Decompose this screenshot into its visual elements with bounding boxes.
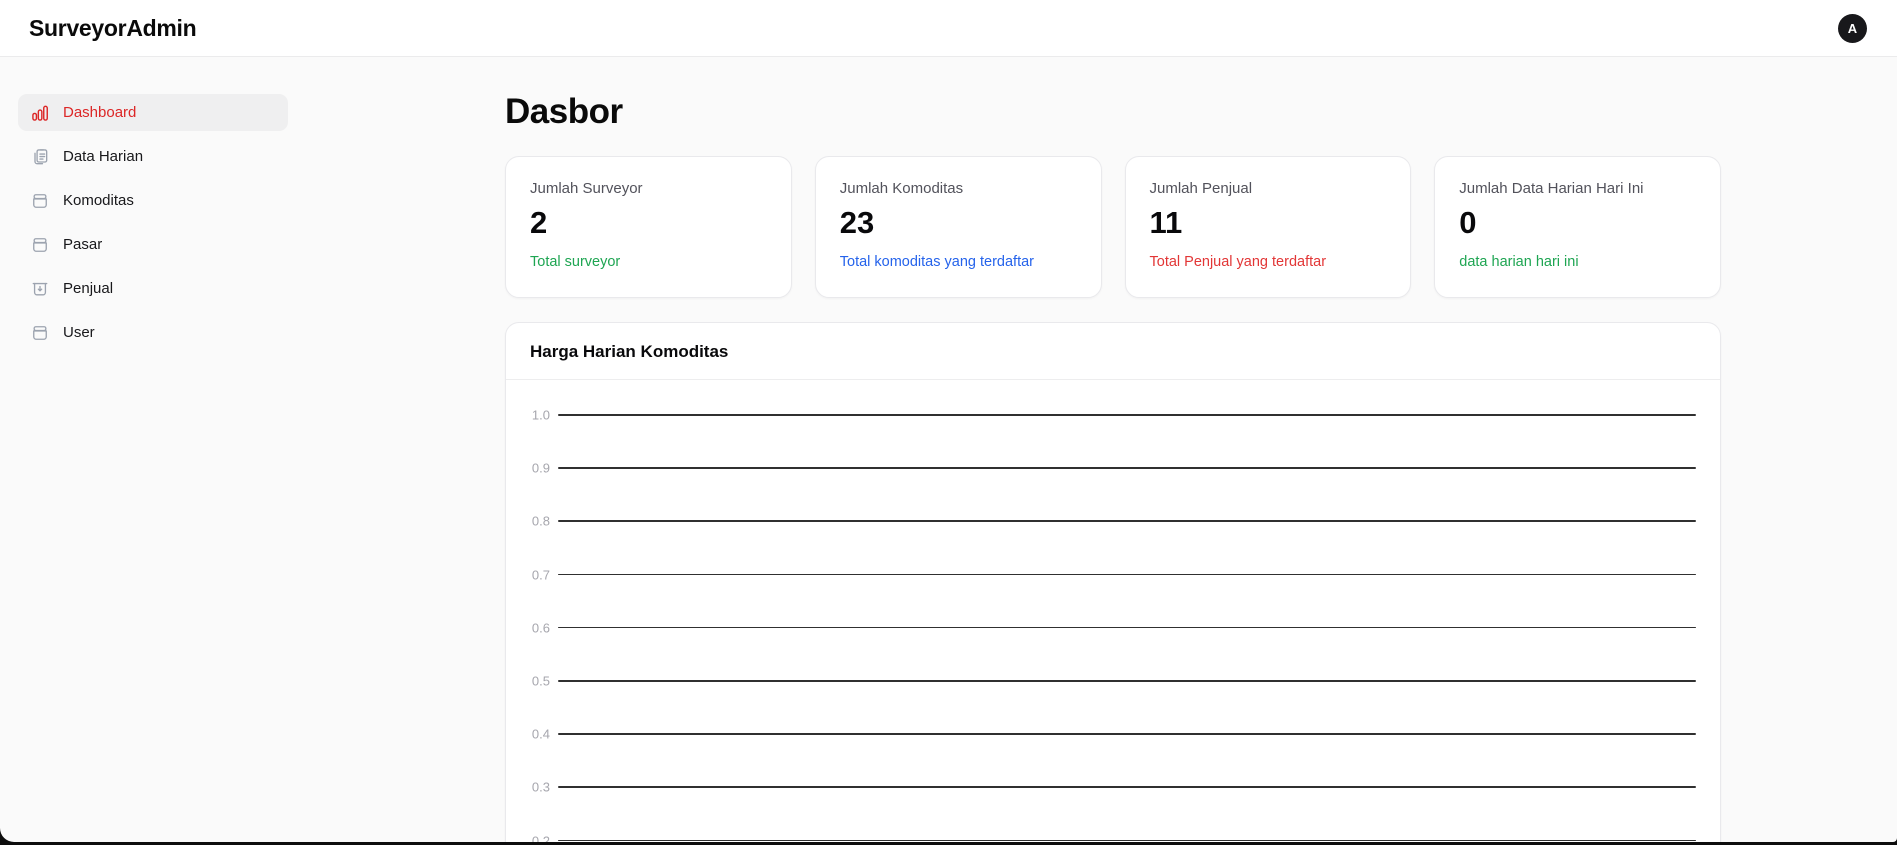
chart-card: Harga Harian Komoditas 1.0 0.9 0.8 0.7 0.6 0.…	[505, 322, 1721, 842]
sidebar-item-data-harian[interactable]: Data Harian	[18, 138, 288, 175]
app-window: SurveyorAdmin A Dashboard	[0, 0, 1897, 842]
gridline	[558, 840, 1696, 842]
sidebar-item-user[interactable]: User	[18, 314, 288, 351]
sidebar-item-label: User	[63, 324, 95, 341]
chart-title: Harga Harian Komoditas	[530, 342, 1696, 362]
stat-label: Jumlah Data Harian Hari Ini	[1459, 180, 1696, 197]
stat-subtext: data harian hari ini	[1459, 254, 1696, 270]
gridline	[558, 520, 1696, 522]
stat-card-jumlah-data-harian: Jumlah Data Harian Hari Ini 0 data haria…	[1434, 156, 1721, 298]
sidebar-item-penjual[interactable]: Penjual	[18, 270, 288, 307]
brand-title: SurveyorAdmin	[29, 15, 196, 42]
y-axis-tick-label: 0.3	[506, 780, 550, 795]
stat-subtext: Total Penjual yang terdaftar	[1150, 254, 1387, 270]
stat-subtext: Total komoditas yang terdaftar	[840, 254, 1077, 270]
chart-plot: 1.0 0.9 0.8 0.7 0.6 0.5 0.4 0.3 0.2	[506, 380, 1720, 842]
y-axis-tick-label: 0.9	[506, 461, 550, 476]
stat-label: Jumlah Komoditas	[840, 180, 1077, 197]
y-axis-tick-label: 0.8	[506, 514, 550, 529]
stat-label: Jumlah Surveyor	[530, 180, 767, 197]
y-axis-tick-label: 0.5	[506, 674, 550, 689]
stat-value: 23	[840, 205, 1077, 241]
stat-card-grid: Jumlah Surveyor 2 Total surveyor Jumlah …	[505, 156, 1721, 298]
main-content: Dasbor Jumlah Surveyor 2 Total surveyor …	[315, 57, 1897, 842]
gridline	[558, 680, 1696, 682]
archive-box-arrow-down-icon	[30, 279, 50, 299]
y-axis-tick-label: 0.7	[506, 567, 550, 582]
stat-value: 2	[530, 205, 767, 241]
page-title: Dasbor	[505, 92, 1721, 132]
stat-card-jumlah-komoditas: Jumlah Komoditas 23 Total komoditas yang…	[815, 156, 1102, 298]
sidebar-item-pasar[interactable]: Pasar	[18, 226, 288, 263]
stat-value: 11	[1150, 205, 1387, 241]
gridline	[558, 786, 1696, 788]
y-axis-tick-label: 0.6	[506, 620, 550, 635]
sidebar-item-label: Data Harian	[63, 148, 143, 165]
sidebar-item-dashboard[interactable]: Dashboard	[18, 94, 288, 131]
sidebar-item-label: Penjual	[63, 280, 113, 297]
chart-card-header: Harga Harian Komoditas	[506, 323, 1720, 380]
y-axis-tick-label: 0.2	[506, 833, 550, 842]
sidebar-item-label: Pasar	[63, 236, 102, 253]
gridline	[558, 467, 1696, 469]
stat-subtext: Total surveyor	[530, 254, 767, 270]
y-axis-tick-label: 0.4	[506, 727, 550, 742]
gridline	[558, 574, 1696, 576]
gridline	[558, 733, 1696, 735]
stat-value: 0	[1459, 205, 1696, 241]
archive-box-icon	[30, 191, 50, 211]
stat-card-jumlah-surveyor: Jumlah Surveyor 2 Total surveyor	[505, 156, 792, 298]
sidebar: Dashboard Data Harian	[0, 57, 315, 842]
stat-card-jumlah-penjual: Jumlah Penjual 11 Total Penjual yang ter…	[1125, 156, 1412, 298]
layout: Dashboard Data Harian	[0, 57, 1897, 842]
user-avatar[interactable]: A	[1838, 14, 1867, 43]
archive-box-icon	[30, 235, 50, 255]
top-header: SurveyorAdmin A	[0, 0, 1897, 57]
gridline	[558, 627, 1696, 629]
bar-chart-icon	[30, 103, 50, 123]
clipboard-list-icon	[30, 147, 50, 167]
stat-label: Jumlah Penjual	[1150, 180, 1387, 197]
sidebar-item-label: Komoditas	[63, 192, 134, 209]
gridline	[558, 414, 1696, 416]
y-axis-tick-label: 1.0	[506, 408, 550, 423]
archive-box-icon	[30, 323, 50, 343]
sidebar-item-komoditas[interactable]: Komoditas	[18, 182, 288, 219]
sidebar-item-label: Dashboard	[63, 104, 136, 121]
